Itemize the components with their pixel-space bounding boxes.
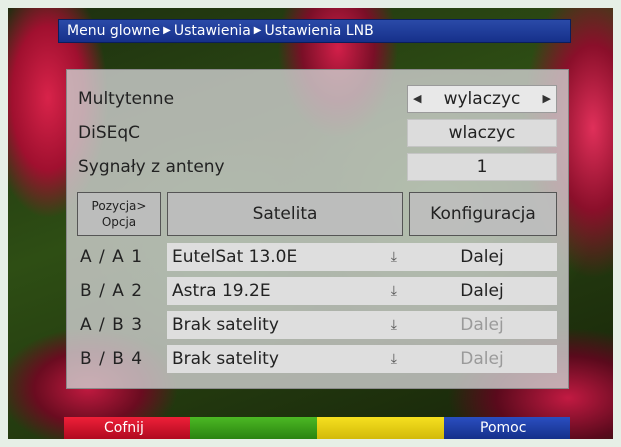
satellite-dropdown[interactable]: Astra 19.2E ⤓ bbox=[167, 277, 407, 305]
position-column-header: Pozycja> Opcja bbox=[77, 192, 161, 236]
satellite-dropdown[interactable]: Brak satelity ⤓ bbox=[167, 311, 407, 339]
table-row: A / B 3 Brak satelity ⤓ Dalej bbox=[67, 310, 568, 340]
download-arrow-icon: ⤓ bbox=[390, 283, 397, 299]
satellite-name: Astra 19.2E bbox=[172, 281, 271, 301]
signals-row: Sygnały z anteny 1 bbox=[67, 152, 568, 182]
multytenne-value: wylaczyc bbox=[443, 89, 521, 109]
position-cell: A / B 3 bbox=[80, 315, 144, 335]
position-cell: B / B 4 bbox=[80, 349, 144, 369]
config-button[interactable]: Dalej bbox=[407, 243, 557, 271]
config-button: Dalej bbox=[407, 311, 557, 339]
table-row: B / A 2 Astra 19.2E ⤓ Dalej bbox=[67, 276, 568, 306]
diseqc-value[interactable]: wlaczyc bbox=[407, 119, 557, 147]
arrow-right-icon[interactable]: ▶ bbox=[543, 86, 551, 112]
position-header-line2: Opcja bbox=[101, 215, 137, 229]
breadcrumb-main-menu[interactable]: Menu glowne bbox=[67, 19, 160, 43]
multytenne-row: Multytenne ◀ wylaczyc ▶ bbox=[67, 84, 568, 114]
satellite-name: Brak satelity bbox=[172, 349, 279, 369]
diseqc-label: DiSEqC bbox=[78, 123, 141, 143]
red-back-button[interactable]: Cofnij bbox=[64, 417, 190, 439]
arrow-left-icon[interactable]: ◀ bbox=[413, 86, 421, 112]
breadcrumb-lnb-settings: Ustawienia LNB bbox=[264, 23, 374, 39]
multytenne-label: Multytenne bbox=[78, 89, 175, 109]
position-cell: A / A 1 bbox=[80, 247, 144, 267]
satellite-column-header: Satelita bbox=[167, 192, 403, 236]
diseqc-row: DiSEqC wlaczyc bbox=[67, 118, 568, 148]
satellite-dropdown[interactable]: Brak satelity ⤓ bbox=[167, 345, 407, 373]
chevron-right-icon: ▶ bbox=[163, 25, 171, 36]
position-header-line1: Pozycja> bbox=[91, 199, 147, 213]
signals-label: Sygnały z anteny bbox=[78, 157, 225, 177]
breadcrumb: Menu glowne ▶ Ustawienia ▶ Ustawienia LN… bbox=[58, 19, 571, 43]
signals-value[interactable]: 1 bbox=[407, 153, 557, 181]
download-arrow-icon: ⤓ bbox=[390, 351, 397, 367]
green-key-bar[interactable] bbox=[190, 417, 317, 439]
satellite-name: EutelSat 13.0E bbox=[172, 247, 298, 267]
blue-help-button[interactable]: Pomoc bbox=[444, 417, 570, 439]
multytenne-selector[interactable]: ◀ wylaczyc ▶ bbox=[407, 85, 557, 113]
satellite-dropdown[interactable]: EutelSat 13.0E ⤓ bbox=[167, 243, 407, 271]
config-button: Dalej bbox=[407, 345, 557, 373]
config-button[interactable]: Dalej bbox=[407, 277, 557, 305]
position-cell: B / A 2 bbox=[80, 281, 144, 301]
satellite-name: Brak satelity bbox=[172, 315, 279, 335]
breadcrumb-settings[interactable]: Ustawienia bbox=[174, 19, 251, 43]
yellow-key-bar[interactable] bbox=[317, 417, 444, 439]
lnb-settings-panel: Multytenne ◀ wylaczyc ▶ DiSEqC wlaczyc S… bbox=[66, 69, 569, 389]
config-column-header: Konfiguracja bbox=[409, 192, 557, 236]
table-row: A / A 1 EutelSat 13.0E ⤓ Dalej bbox=[67, 242, 568, 272]
table-row: B / B 4 Brak satelity ⤓ Dalej bbox=[67, 344, 568, 374]
download-arrow-icon: ⤓ bbox=[390, 317, 397, 333]
download-arrow-icon: ⤓ bbox=[390, 249, 397, 265]
chevron-right-icon: ▶ bbox=[253, 25, 262, 36]
